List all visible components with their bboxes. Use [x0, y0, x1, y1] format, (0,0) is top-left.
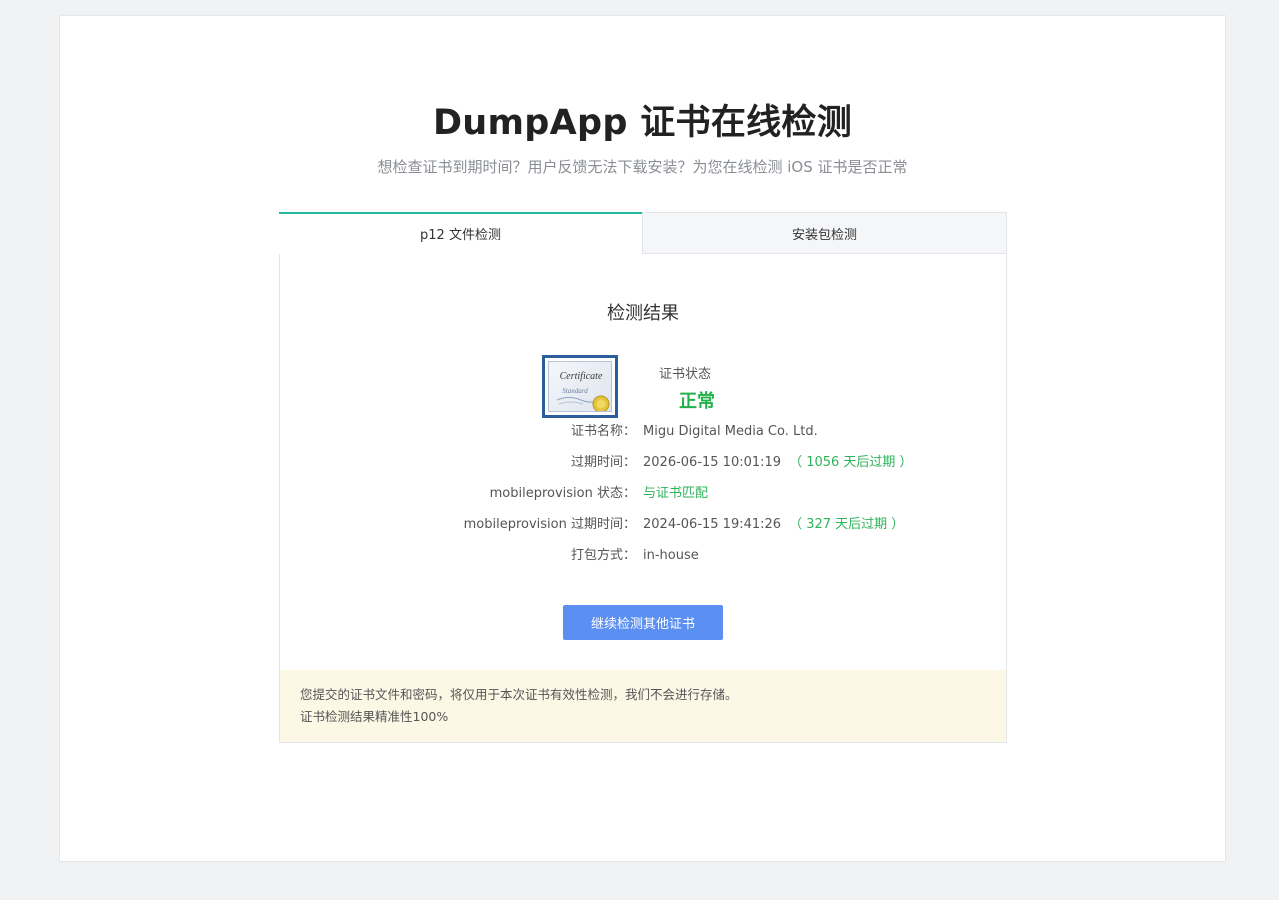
- info-value: 2024-06-15 19:41:26 （ 327 天后过期 ）: [643, 515, 904, 535]
- expire-days-remaining: （ 1056 天后过期 ）: [789, 455, 913, 470]
- page-title: DumpApp 证书在线检测: [432, 103, 853, 143]
- info-value: 2026-06-15 10:01:19 （ 1056 天后过期 ）: [643, 453, 913, 473]
- info-value: Migu Digital Media Co. Ltd.: [643, 422, 818, 442]
- cert-status-label: 证书状态: [659, 367, 712, 382]
- tab-p12-check[interactable]: p12 文件检测: [279, 212, 642, 254]
- cert-name-value: Migu Digital Media Co. Ltd.: [643, 424, 818, 439]
- provision-days-remaining: （ 327 天后过期 ）: [789, 517, 905, 532]
- page-card: DumpApp 证书在线检测 想检查证书到期时间？用户反馈无法下载安装？为您在线…: [59, 15, 1226, 862]
- info-row-provision-expire: mobileprovision 过期时间： 2024-06-15 19:41:2…: [280, 515, 1008, 535]
- certificate-graphic: Certificate Standard: [556, 371, 610, 411]
- provision-expire-value: 2024-06-15 19:41:26: [643, 517, 782, 532]
- info-row-package-type: 打包方式： in-house: [280, 546, 1008, 566]
- notice-line-1: 您提交的证书文件和密码，将仅用于本次证书有效性检测，我们不会进行存储。: [300, 687, 738, 702]
- provision-status-value: 与证书匹配: [643, 486, 709, 501]
- info-value: 与证书匹配: [643, 484, 708, 504]
- notice-line-2: 证书检测结果精准性100%: [300, 709, 449, 724]
- info-row-expire-time: 过期时间： 2026-06-15 10:01:19 （ 1056 天后过期 ）: [280, 453, 1008, 473]
- info-label: mobileprovision 状态：: [489, 486, 636, 501]
- certificate-icon: Certificate Standard: [542, 355, 618, 418]
- tab-bar: p12 文件检测 安装包检测: [279, 212, 1007, 254]
- info-value: in-house: [643, 546, 699, 566]
- privacy-notice: 您提交的证书文件和密码，将仅用于本次证书有效性检测，我们不会进行存储。 证书检测…: [280, 670, 1006, 742]
- info-row-cert-name: 证书名称： Migu Digital Media Co. Ltd.: [280, 422, 1008, 442]
- info-label: 证书名称：: [570, 424, 636, 439]
- info-label: mobileprovision 过期时间：: [463, 517, 636, 532]
- certificate-icon-inner: Certificate Standard: [548, 361, 612, 412]
- page-subtitle: 想检查证书到期时间？用户反馈无法下载安装？为您在线检测 iOS 证书是否正常: [377, 158, 908, 176]
- package-type-value: in-house: [643, 548, 699, 563]
- info-label: 打包方式：: [570, 548, 636, 563]
- certificate-icon-text: Certificate: [560, 371, 603, 382]
- tab-package-check[interactable]: 安装包检测: [642, 212, 1007, 254]
- result-heading: 检测结果: [607, 303, 679, 324]
- certificate-icon-subtext: Standard: [562, 387, 588, 395]
- info-label: 过期时间：: [570, 455, 636, 470]
- check-panel: p12 文件检测 安装包检测 检测结果 Certificate Standard…: [279, 212, 1007, 743]
- continue-check-button[interactable]: 继续检测其他证书: [563, 605, 723, 640]
- cert-status-value: 正常: [679, 391, 715, 412]
- info-row-provision-status: mobileprovision 状态： 与证书匹配: [280, 484, 1008, 504]
- expire-time-value: 2026-06-15 10:01:19: [643, 455, 782, 470]
